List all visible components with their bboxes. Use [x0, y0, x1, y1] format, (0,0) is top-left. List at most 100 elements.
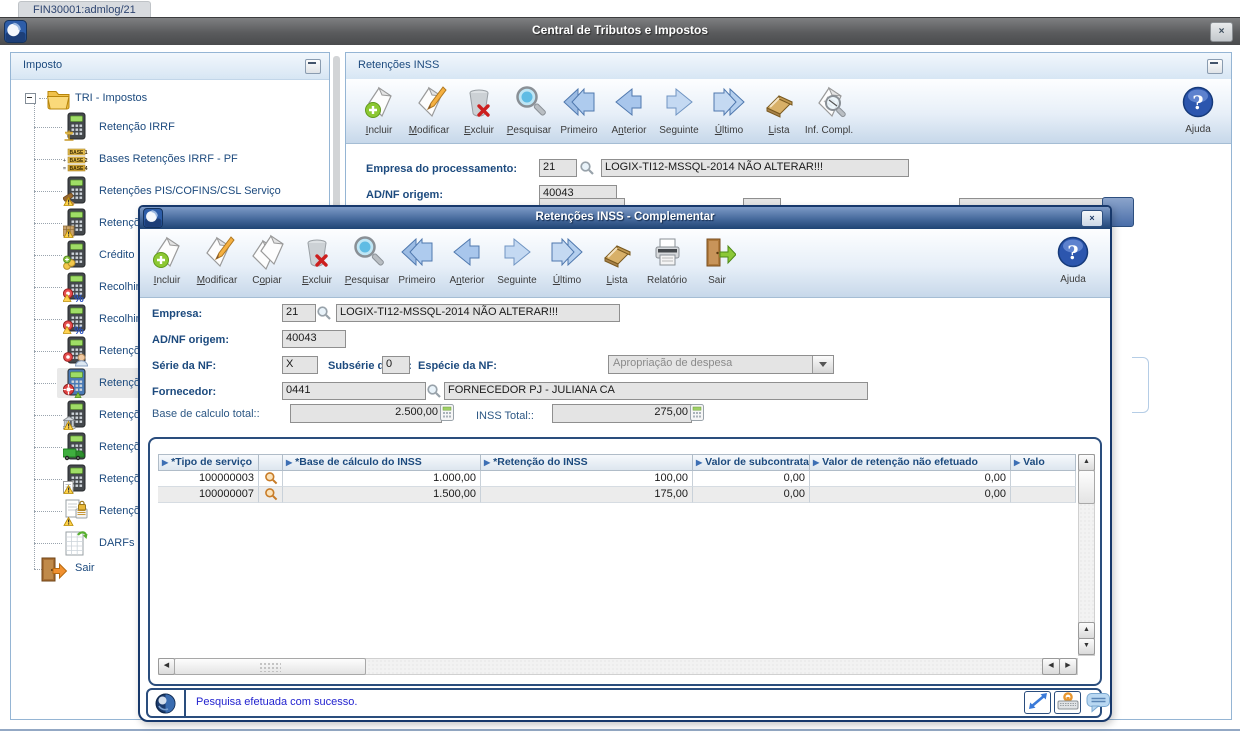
toolbar-button-label: Seguinte [659, 125, 699, 136]
status-separator [184, 690, 186, 716]
toolbar-button-modificar[interactable]: Modificar [192, 233, 242, 286]
toolbar-button-incluir[interactable]: Incluir [142, 233, 192, 286]
sort-arrow-icon: ▶ [813, 458, 820, 467]
row-lookup-icon[interactable] [259, 487, 283, 503]
base-calculator-icon[interactable] [440, 404, 454, 426]
modal-toolbar: ? Ajuda Incluir Modificar Copiar Excluir Pes… [140, 229, 1110, 298]
toolbar-button-incluir[interactable]: Incluir [354, 83, 404, 136]
empresa-lookup-icon[interactable] [579, 160, 595, 181]
toolbar-button-excluir[interactable]: Excluir [292, 233, 342, 286]
comment-bubble-icon[interactable] [1086, 692, 1111, 718]
column-header-3[interactable]: ▶ *Retenção do INSS [481, 454, 693, 471]
horizontal-scroll-right-button[interactable]: ▶ [1059, 658, 1077, 675]
keyboard-wrench-icon [1057, 692, 1079, 714]
help-button[interactable]: ? Ajuda [1175, 85, 1221, 135]
retencoes-panel-minimize-button[interactable] [1207, 59, 1223, 74]
fornecedor-desc-field[interactable]: FORNECEDOR PJ - JULIANA CA [444, 382, 868, 400]
especie-nf-dropdown[interactable]: Apropriação de despesa [608, 355, 834, 374]
program-tab[interactable]: FIN30001:admlog/21 [18, 1, 151, 18]
toolbar-button-seguinte[interactable]: Seguinte [654, 83, 704, 136]
column-header-label: Valor de subcontratação [705, 456, 810, 468]
fornecedor-lookup-icon[interactable] [426, 383, 442, 404]
sidebar-item-1[interactable]: BASE 1 + BASE 2 = BASE 4 Bases Retenções IRRF… [11, 143, 329, 175]
modal-statusbar: Pesquisa efetuada com sucesso. [146, 688, 1110, 718]
empresa-processamento-code-field[interactable]: 21 [539, 159, 577, 177]
toolbar-button-relat-rio[interactable]: Relatório [642, 233, 692, 286]
toolbar-button-label: Anterior [611, 125, 647, 136]
empresa-desc-field[interactable]: LOGIX-TI12-MSSQL-2014 NÃO ALTERAR!!! [336, 304, 620, 322]
toolbar-button-modificar[interactable]: Modificar [404, 83, 454, 136]
vertical-scroll-thumb[interactable] [1078, 470, 1095, 504]
column-header-5[interactable]: ▶ Valor de retenção não efetuado [810, 454, 1011, 471]
subserie-nf-field[interactable]: 0 [382, 356, 410, 374]
fornecedor-code-field[interactable]: 0441 [282, 382, 426, 400]
sidebar-item-label: Retençõ [99, 217, 140, 229]
imposto-panel-minimize-button[interactable] [305, 59, 321, 74]
arrow-next-icon [498, 237, 536, 275]
tree-expander[interactable] [25, 93, 36, 104]
column-header-6[interactable]: ▶ Valo [1011, 454, 1076, 471]
toolbar-button-primeiro[interactable]: Primeiro [554, 83, 604, 136]
horizontal-scroll-thumb[interactable] [174, 658, 366, 675]
keyboard-config-button[interactable] [1054, 691, 1081, 714]
sidebar-item-2[interactable]: Retenções PIS/COFINS/CSL Serviço [11, 175, 329, 207]
empresa-lookup-icon[interactable] [316, 305, 332, 326]
tab-strip: FIN30001:admlog/21 [0, 0, 1240, 18]
vertical-scroll-down-button[interactable]: ▼ [1078, 638, 1095, 655]
door-icon [41, 555, 68, 588]
resize-arrows-icon [1027, 693, 1049, 714]
base-calculo-total-field[interactable]: 2.500,00 [290, 404, 442, 423]
column-header-label: *Retenção do INSS [493, 456, 588, 468]
toolbar-button-label: Pesquisar [344, 275, 390, 286]
serie-nf-field[interactable]: X [282, 356, 318, 374]
serie-nf-label: Série da NF: [152, 360, 217, 372]
paper-pencil-icon [410, 86, 448, 125]
toolbar-button-label: Incluir [153, 275, 181, 286]
modal-close-button[interactable]: × [1081, 210, 1103, 227]
window-close-button[interactable]: × [1210, 22, 1233, 42]
sidebar-item-0[interactable]: Retenção IRRF [11, 111, 329, 143]
column-header-4[interactable]: ▶Valor de subcontratação [693, 454, 810, 471]
inss-calculator-icon[interactable] [690, 404, 704, 426]
imposto-panel-title: Imposto [23, 59, 63, 71]
toolbar-button-lista[interactable]: Lista [592, 233, 642, 286]
toolbar-button-anterior[interactable]: Anterior [442, 233, 492, 286]
arrow-first-icon [398, 237, 436, 275]
column-header-1[interactable] [259, 454, 283, 471]
toolbar-button-lista[interactable]: Lista [754, 83, 804, 136]
empresa-processamento-desc-field[interactable]: LOGIX-TI12-MSSQL-2014 NÃO ALTERAR!!! [601, 159, 909, 177]
arrow-last-icon [548, 237, 586, 275]
resize-button[interactable] [1024, 691, 1051, 714]
sidebar-item-label: Retençõ [99, 345, 140, 357]
toolbar-button-excluir[interactable]: Excluir [454, 83, 504, 136]
vertical-scroll-up-button[interactable]: ▲ [1078, 454, 1095, 471]
modal-adnf-field[interactable]: 40043 [282, 330, 346, 348]
inss-total-field[interactable]: 275,00 [552, 404, 692, 423]
toolbar-button--ltimo[interactable]: Último [542, 233, 592, 286]
vertical-scroll-up2-button[interactable]: ▲ [1078, 622, 1095, 639]
row-lookup-icon[interactable] [259, 471, 283, 487]
column-header-0[interactable]: ▶ *Tipo de serviço [158, 454, 259, 471]
modal-help-button[interactable]: ? Ajuda [1050, 235, 1096, 285]
toolbar-button-pesquisar[interactable]: Pesquisar [342, 233, 392, 286]
chevron-down-icon[interactable] [812, 356, 833, 373]
horizontal-scroll-left-button[interactable]: ◀ [158, 658, 175, 675]
cell-nao_efetuado: 0,00 [810, 471, 1011, 487]
column-header-2[interactable]: ▶ *Base de cálculo do INSS [283, 454, 481, 471]
table-row[interactable]: 100000003 1.000,00 100,00 0,00 0,00 [158, 471, 1076, 487]
toolbar-button-primeiro[interactable]: Primeiro [392, 233, 442, 286]
toolbar-button-inf-compl-[interactable]: Inf. Compl. [804, 83, 854, 136]
table-row[interactable]: 100000007 1.500,00 175,00 0,00 0,00 [158, 487, 1076, 503]
empresa-label: Empresa: [152, 308, 203, 320]
arrow-next-icon [660, 87, 698, 125]
toolbar-button-copiar[interactable]: Copiar [242, 233, 292, 286]
tree-root-label[interactable]: TRI - Impostos [75, 92, 147, 104]
toolbar-button-pesquisar[interactable]: Pesquisar [504, 83, 554, 136]
toolbar-button--ltimo[interactable]: Último [704, 83, 754, 136]
horizontal-scroll-left2-button[interactable]: ◀ [1042, 658, 1060, 675]
empresa-code-field[interactable]: 21 [282, 304, 316, 322]
toolbar-button-anterior[interactable]: Anterior [604, 83, 654, 136]
toolbar-button-sair[interactable]: Sair [692, 233, 742, 286]
sort-arrow-icon: ▶ [1014, 458, 1021, 467]
toolbar-button-seguinte[interactable]: Seguinte [492, 233, 542, 286]
